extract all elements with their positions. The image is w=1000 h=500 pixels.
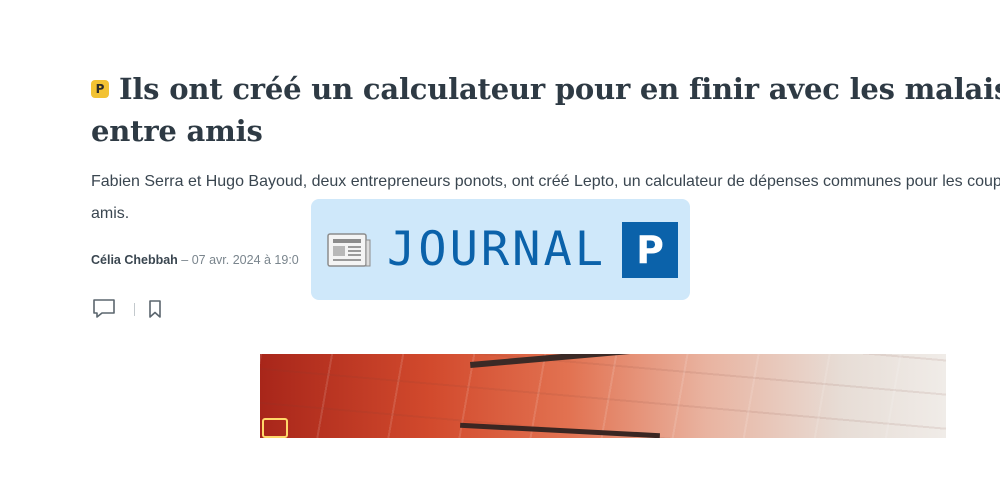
author-name[interactable]: Célia Chebbah: [91, 253, 178, 267]
action-separator: [134, 302, 135, 316]
article-title[interactable]: Ils ont créé un calculateur pour en fini…: [91, 68, 1000, 152]
photo-ceiling: [260, 354, 946, 438]
newspaper-icon: [325, 226, 373, 274]
journal-logo-letter: P: [636, 227, 664, 272]
photo-neon-sign: [262, 418, 288, 438]
byline: Célia Chebbah – 07 avr. 2024 à 19:0 n: [91, 253, 686, 267]
article-actions: [92, 298, 163, 320]
bookmark-icon: [149, 300, 161, 318]
page-bottom-blank: [0, 438, 1000, 500]
speech-bubble-icon: [93, 299, 115, 318]
comment-button[interactable]: [92, 298, 116, 320]
journal-logo-icon: P: [622, 221, 679, 278]
article-photo: [260, 354, 946, 438]
journal-watermark: JOURNAL P: [311, 199, 690, 300]
journal-wordmark: JOURNAL: [387, 222, 607, 277]
bookmark-button[interactable]: [147, 299, 163, 319]
publish-date: – 07 avr. 2024 à 19:0: [177, 253, 299, 267]
